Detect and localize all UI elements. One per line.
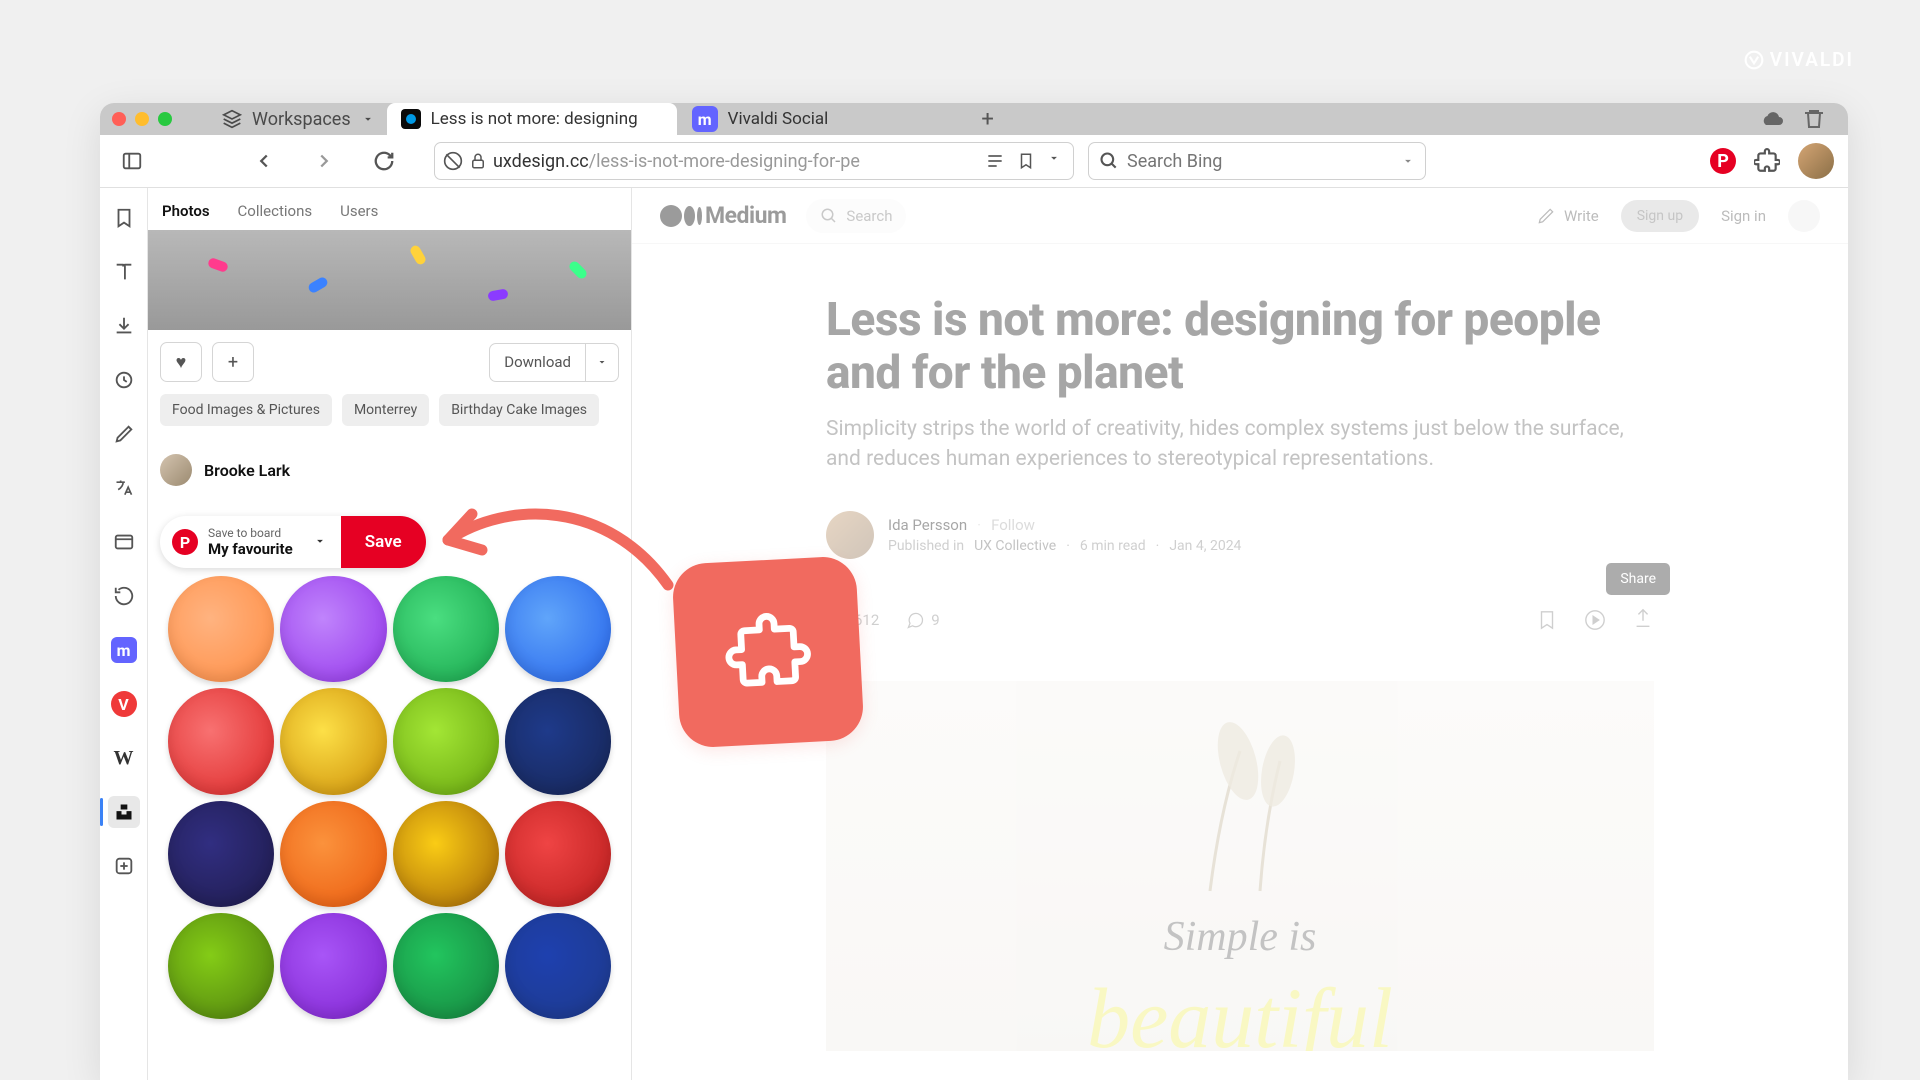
save-icon[interactable] xyxy=(1536,609,1558,631)
site-header: Medium Search Write Sign up Sign in xyxy=(632,188,1848,244)
window-panel-icon[interactable] xyxy=(108,526,140,558)
profile-avatar[interactable] xyxy=(1798,143,1834,179)
decorative-image xyxy=(1130,711,1350,911)
mastodon-icon: m xyxy=(692,106,718,132)
chevron-down-icon[interactable] xyxy=(1401,154,1415,168)
close-window-button[interactable] xyxy=(112,112,126,126)
photo-web-panel: Photos Collections Users ♥ + Download xyxy=(148,188,632,1080)
add-panel-icon[interactable] xyxy=(108,850,140,882)
maximize-window-button[interactable] xyxy=(158,112,172,126)
follow-link[interactable]: Follow xyxy=(991,516,1035,534)
chevron-down-icon[interactable] xyxy=(1047,151,1061,165)
share-icon[interactable] xyxy=(1632,607,1654,629)
sync-icon[interactable] xyxy=(1760,107,1784,131)
publication-link[interactable]: UX Collective xyxy=(974,538,1056,554)
puzzle-piece-icon xyxy=(721,605,816,700)
history-panel-icon[interactable] xyxy=(108,364,140,396)
tag-chip[interactable]: Monterrey xyxy=(342,394,429,426)
site-search[interactable]: Search xyxy=(806,199,906,233)
tag-chip[interactable]: Birthday Cake Images xyxy=(439,394,599,426)
article-hero-image: Simple is beautiful xyxy=(826,681,1654,1051)
photo-tab-collections[interactable]: Collections xyxy=(238,202,313,220)
read-time: 6 min read xyxy=(1080,538,1146,554)
mastodon-panel-icon[interactable]: m xyxy=(108,634,140,666)
tab-title: Vivaldi Social xyxy=(728,109,829,129)
article-meta: Ida Persson · Follow Published in UX Col… xyxy=(826,511,1654,559)
minimize-window-button[interactable] xyxy=(135,112,149,126)
tag-chip[interactable]: Food Images & Pictures xyxy=(160,394,332,426)
address-bar: uxdesign.cc/less-is-not-more-designing-f… xyxy=(100,135,1848,188)
pinterest-save-widget: P Save to board My favourite Save xyxy=(160,516,426,568)
notes-panel-icon[interactable] xyxy=(108,418,140,450)
bookmark-icon[interactable] xyxy=(1017,151,1035,171)
signin-link[interactable]: Sign in xyxy=(1721,207,1766,225)
back-button[interactable] xyxy=(246,143,282,179)
callout-arrow xyxy=(428,480,678,600)
lock-icon xyxy=(469,152,487,170)
chevron-down-icon[interactable] xyxy=(585,344,618,381)
window-controls xyxy=(112,112,210,126)
tab-bar: Workspaces Less is not more: designing m… xyxy=(100,103,1848,135)
extension-callout-badge xyxy=(671,555,864,748)
publish-date: Jan 4, 2024 xyxy=(1169,538,1241,554)
downloads-panel-icon[interactable] xyxy=(108,310,140,342)
search-input[interactable] xyxy=(1127,151,1393,172)
side-panel: m V W xyxy=(100,188,148,1080)
signup-button[interactable]: Sign up xyxy=(1621,200,1699,232)
photo-tab-users[interactable]: Users xyxy=(340,202,378,220)
tab[interactable]: m Vivaldi Social xyxy=(678,103,968,135)
reading-list-panel-icon[interactable] xyxy=(108,256,140,288)
url-text: uxdesign.cc/less-is-not-more-designing-f… xyxy=(493,151,975,172)
extensions-icon[interactable] xyxy=(1754,148,1780,174)
browser-window: Workspaces Less is not more: designing m… xyxy=(100,103,1848,1080)
like-button[interactable]: ♥ xyxy=(160,342,202,382)
comment-button[interactable]: 9 xyxy=(905,610,939,630)
share-tooltip: Share xyxy=(1606,563,1670,595)
reload-button[interactable] xyxy=(366,143,402,179)
tab-favicon xyxy=(401,109,421,129)
reader-mode-icon[interactable] xyxy=(985,151,1005,171)
unsplash-panel-icon[interactable] xyxy=(108,796,140,828)
pin-save-button[interactable]: Save xyxy=(341,516,426,568)
pinterest-extension-icon[interactable]: P xyxy=(1710,148,1736,174)
bookmarks-panel-icon[interactable] xyxy=(108,202,140,234)
vivaldi-watermark: VIVALDI xyxy=(1744,48,1854,71)
new-tab-button[interactable]: + xyxy=(968,103,1008,135)
photo-tab-photos[interactable]: Photos xyxy=(162,202,210,220)
listen-icon[interactable] xyxy=(1584,609,1606,631)
search-field[interactable] xyxy=(1088,142,1426,180)
photo-content xyxy=(168,576,611,1019)
write-button[interactable]: Write xyxy=(1536,206,1599,226)
tab-title: Less is not more: designing xyxy=(431,109,638,129)
photo-tabs: Photos Collections Users xyxy=(148,188,631,230)
download-button[interactable]: Download xyxy=(489,343,619,382)
trash-icon[interactable] xyxy=(1802,107,1826,131)
url-field[interactable]: uxdesign.cc/less-is-not-more-designing-f… xyxy=(434,142,1074,180)
wikipedia-panel-icon[interactable]: W xyxy=(108,742,140,774)
site-permissions-icon[interactable] xyxy=(443,151,463,171)
add-to-collection-button[interactable]: + xyxy=(212,342,254,382)
photographer-avatar xyxy=(160,454,192,486)
panel-toggle-button[interactable] xyxy=(114,143,150,179)
translate-panel-icon[interactable] xyxy=(108,472,140,504)
pinterest-icon: P xyxy=(172,529,198,555)
medium-logo[interactable]: Medium xyxy=(660,202,786,229)
search-icon xyxy=(1099,151,1119,171)
photo-thumbnail[interactable] xyxy=(148,230,631,330)
sessions-panel-icon[interactable] xyxy=(108,580,140,612)
article-subtitle: Simplicity strips the world of creativit… xyxy=(826,414,1654,475)
author-avatar[interactable] xyxy=(826,511,874,559)
user-avatar[interactable] xyxy=(1788,200,1820,232)
pin-board-selector[interactable]: Save to board My favourite xyxy=(208,526,299,558)
vivaldi-panel-icon[interactable]: V xyxy=(108,688,140,720)
tab-active[interactable]: Less is not more: designing xyxy=(387,103,677,135)
workspaces-button[interactable]: Workspaces xyxy=(210,109,387,130)
chevron-down-icon[interactable] xyxy=(299,533,341,552)
article-title: Less is not more: designing for people a… xyxy=(826,294,1654,400)
forward-button[interactable] xyxy=(306,143,342,179)
author-name[interactable]: Ida Persson xyxy=(888,516,967,534)
